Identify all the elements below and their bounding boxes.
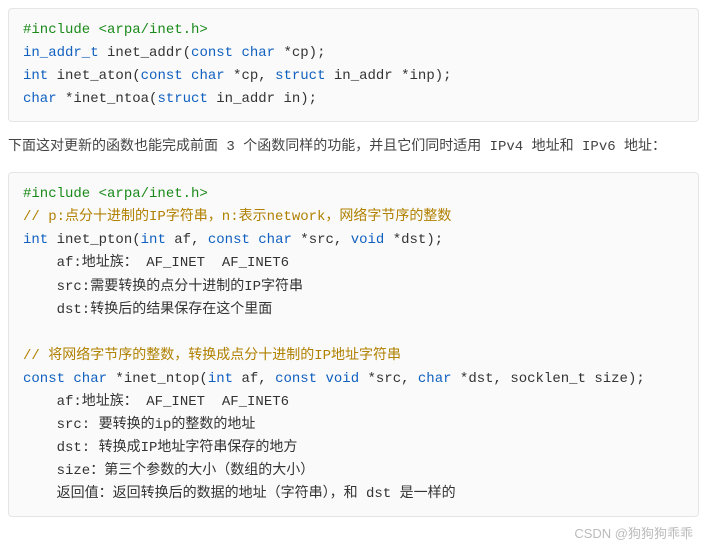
include-directive: #include <arpa/inet.h> bbox=[23, 22, 208, 38]
code: *src, bbox=[359, 371, 418, 387]
code: *cp, bbox=[225, 68, 275, 84]
code: in_addr in); bbox=[208, 91, 317, 107]
desc-line: dst: 转换成IP地址字符串保存的地方 bbox=[23, 440, 297, 456]
keyword: const char bbox=[208, 232, 292, 248]
code: *inet_ntoa( bbox=[57, 91, 158, 107]
keyword: void bbox=[351, 232, 385, 248]
keyword: struct bbox=[275, 68, 325, 84]
desc-line: af:地址族： AF_INET AF_INET6 bbox=[23, 394, 289, 410]
code: inet_pton( bbox=[48, 232, 140, 248]
code: *inet_ntop( bbox=[107, 371, 208, 387]
code-block-2: #include <arpa/inet.h> // p:点分十进制的IP字符串，… bbox=[8, 172, 699, 517]
code: *src, bbox=[292, 232, 351, 248]
code: in_addr *inp); bbox=[326, 68, 452, 84]
desc-line: dst:转换后的结果保存在这个里面 bbox=[23, 302, 272, 318]
keyword: const char bbox=[191, 45, 275, 61]
keyword: int bbox=[208, 371, 233, 387]
desc-line: src: 要转换的ip的整数的地址 bbox=[23, 417, 255, 433]
code: inet_aton( bbox=[48, 68, 140, 84]
keyword: char bbox=[418, 371, 452, 387]
comment: // p:点分十进制的IP字符串，n:表示network，网络字节序的整数 bbox=[23, 209, 451, 225]
code: *dst, socklen_t size); bbox=[452, 371, 645, 387]
keyword: const void bbox=[275, 371, 359, 387]
code-block-1: #include <arpa/inet.h> in_addr_t inet_ad… bbox=[8, 8, 699, 122]
code: af, bbox=[166, 232, 208, 248]
keyword: char bbox=[23, 91, 57, 107]
keyword: int bbox=[23, 68, 48, 84]
code: *cp); bbox=[275, 45, 325, 61]
desc-line: af:地址族： AF_INET AF_INET6 bbox=[23, 255, 289, 271]
keyword: struct bbox=[157, 91, 207, 107]
comment: // 将网络字节序的整数，转换成点分十进制的IP地址字符串 bbox=[23, 348, 401, 364]
include-directive: #include <arpa/inet.h> bbox=[23, 186, 208, 202]
desc-line: size：第三个参数的大小（数组的大小） bbox=[23, 463, 314, 479]
code: inet_addr( bbox=[99, 45, 191, 61]
keyword: const char bbox=[141, 68, 225, 84]
paragraph-text: 下面这对更新的函数也能完成前面 3 个函数同样的功能，并且它们同时适用 IPv4… bbox=[8, 136, 699, 160]
keyword: int bbox=[23, 232, 48, 248]
code: *dst); bbox=[384, 232, 443, 248]
type: in_addr_t bbox=[23, 45, 99, 61]
code: af, bbox=[233, 371, 275, 387]
keyword: const char bbox=[23, 371, 107, 387]
desc-line: src:需要转换的点分十进制的IP字符串 bbox=[23, 279, 303, 295]
watermark-text: CSDN @狗狗狗乖乖 bbox=[8, 523, 699, 542]
desc-line: 返回值：返回转换后的数据的地址（字符串），和 dst 是一样的 bbox=[23, 486, 456, 502]
keyword: int bbox=[141, 232, 166, 248]
